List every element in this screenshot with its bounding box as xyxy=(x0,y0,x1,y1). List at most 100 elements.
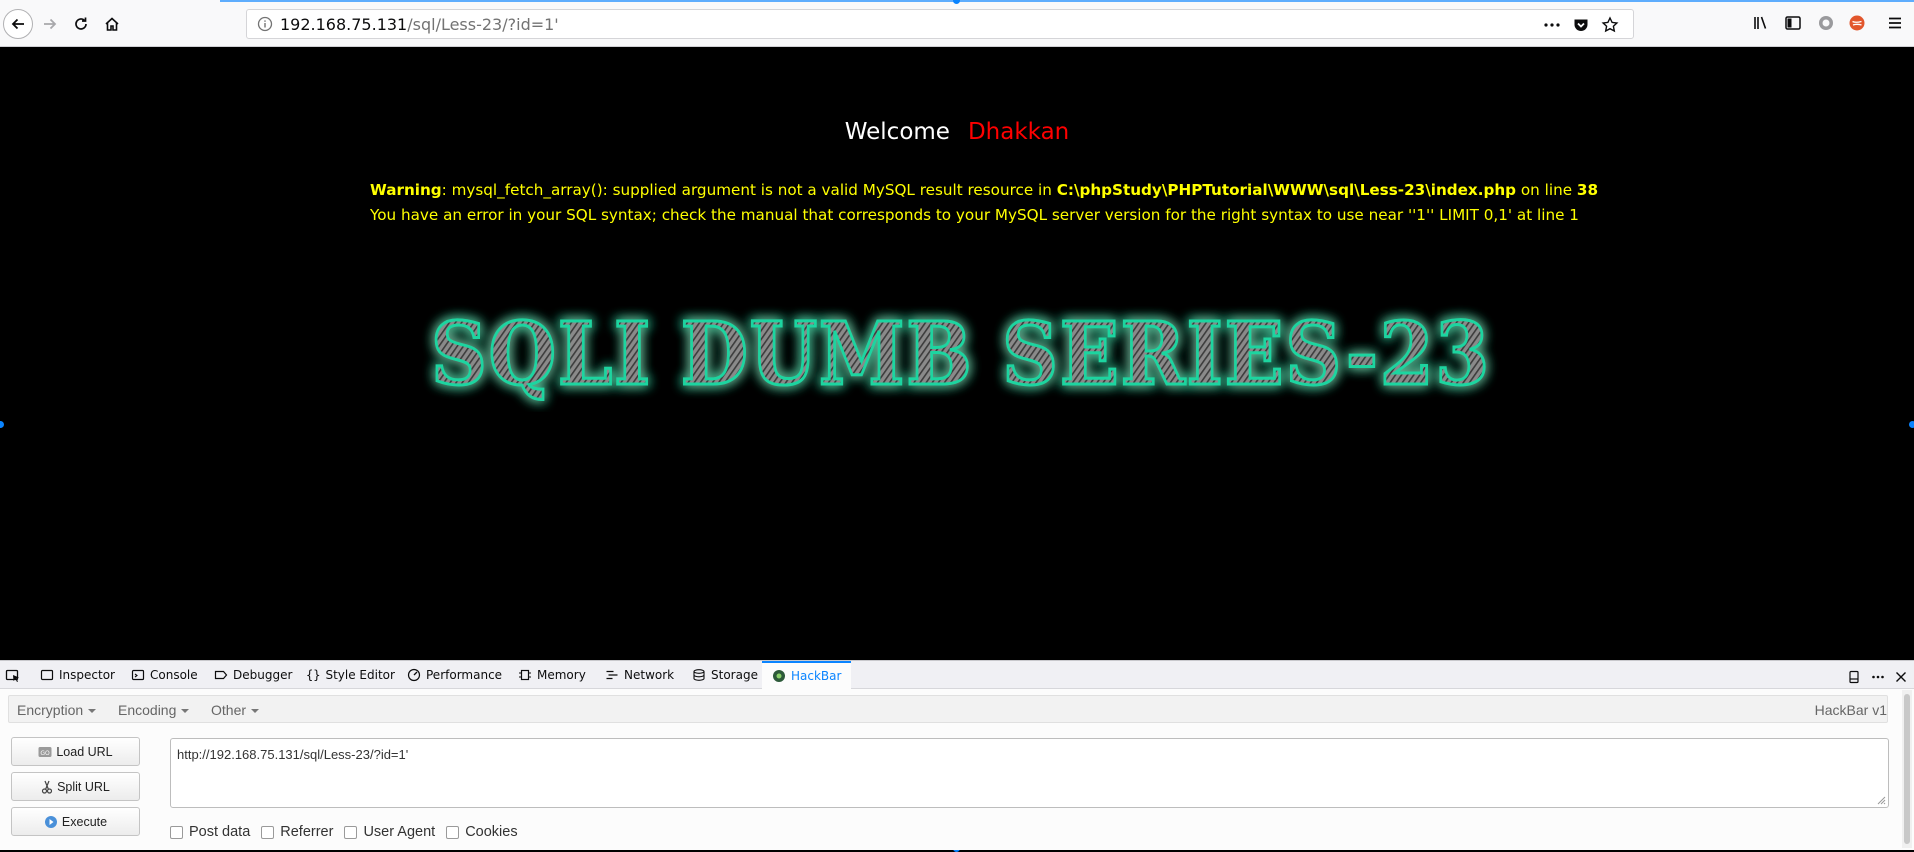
encryption-dropdown[interactable]: Encryption xyxy=(17,702,97,718)
sidebar-icon[interactable] xyxy=(1784,14,1802,36)
checkbox-box[interactable] xyxy=(344,825,358,839)
tab-console[interactable]: Console xyxy=(131,661,198,689)
pocket-icon[interactable] xyxy=(1572,16,1590,38)
tab-memory[interactable]: Memory xyxy=(518,661,586,689)
welcome-text: Welcome xyxy=(844,119,950,145)
tab-storage[interactable]: Storage xyxy=(692,661,758,689)
resize-grip-icon[interactable] xyxy=(1876,795,1886,805)
devtools-more-icon[interactable] xyxy=(1871,669,1885,688)
user-name: Dhakkan xyxy=(967,119,1070,145)
hackbar-version: HackBar v1 xyxy=(1814,702,1887,718)
load-url-button[interactable]: GO Load URL xyxy=(11,737,140,766)
tab-label: Storage xyxy=(711,668,758,682)
other-label: Other xyxy=(211,702,247,718)
reload-button[interactable] xyxy=(67,10,95,38)
checkbox-box[interactable] xyxy=(170,825,183,839)
execute-button[interactable]: Execute xyxy=(11,807,140,836)
tab-label: HackBar xyxy=(791,669,842,683)
tab-style-editor[interactable]: {} Style Editor xyxy=(306,661,395,689)
hackbar-options: Post data Referrer User Agent Cookies xyxy=(170,824,529,840)
encoding-dropdown[interactable]: Encoding xyxy=(118,702,190,718)
hackbar-url-field[interactable] xyxy=(170,738,1889,808)
execute-icon xyxy=(44,815,57,828)
error-messages: Warning: mysql_fetch_array(): supplied a… xyxy=(370,178,1598,228)
url-text[interactable]: 192.168.75.131/sql/Less-23/?id=1' xyxy=(280,15,559,34)
split-url-label: Split URL xyxy=(57,779,110,794)
tab-hackbar[interactable]: HackBar xyxy=(762,661,852,689)
url-bar[interactable]: 192.168.75.131/sql/Less-23/?id=1' xyxy=(246,9,1634,39)
banner-text: SQLI DUMB SERIES-23 xyxy=(431,304,1491,405)
bookmark-star-icon[interactable] xyxy=(1601,16,1619,38)
user-agent-checkbox[interactable]: User Agent xyxy=(344,824,435,840)
post-data-label: Post data xyxy=(189,824,251,840)
tab-debugger[interactable]: Debugger xyxy=(214,661,292,689)
tab-inspector[interactable]: Inspector xyxy=(40,661,115,689)
warning-online: on line xyxy=(1516,181,1577,199)
caret-down-icon xyxy=(88,709,97,714)
tab-label: Console xyxy=(150,668,198,682)
series-banner: SQLI DUMB SERIES-23 xyxy=(430,303,1491,407)
checkbox-box[interactable] xyxy=(446,825,460,839)
element-picker-icon[interactable] xyxy=(5,668,21,688)
devtools-tabbar: Inspector Console Debugger {} Style Edit… xyxy=(0,661,1914,689)
svg-text:GO: GO xyxy=(41,750,51,757)
info-icon[interactable] xyxy=(257,16,273,36)
tab-label: Network xyxy=(624,668,675,682)
url-path: /sql/Less-23/?id=1' xyxy=(407,15,559,34)
load-url-label: Load URL xyxy=(56,744,113,759)
tab-label: Performance xyxy=(426,668,503,682)
user-agent-label: User Agent xyxy=(363,824,436,840)
resize-handle-right[interactable] xyxy=(1909,421,1914,428)
forward-arrow-icon xyxy=(44,18,57,30)
reload-icon xyxy=(75,17,87,30)
scissors-icon xyxy=(41,780,53,794)
dock-side-icon[interactable] xyxy=(1847,669,1861,688)
other-dropdown[interactable]: Other xyxy=(211,702,260,718)
load-url-icon: GO xyxy=(38,746,52,757)
cookies-checkbox[interactable]: Cookies xyxy=(446,824,518,840)
cookies-label: Cookies xyxy=(465,824,518,840)
browser-toolbar: 192.168.75.131/sql/Less-23/?id=1' xyxy=(0,0,1914,47)
tab-label: Inspector xyxy=(59,668,115,682)
hackbar-url-textarea[interactable] xyxy=(177,747,1882,799)
hackbar-menu: Encryption Encoding Other HackBar v1 xyxy=(8,695,1888,723)
home-button[interactable] xyxy=(98,10,126,38)
split-url-button[interactable]: Split URL xyxy=(11,772,140,801)
warning-line-number: 38 xyxy=(1576,181,1599,199)
memory-icon xyxy=(519,669,531,681)
referrer-label: Referrer xyxy=(280,824,334,840)
post-data-checkbox[interactable]: Post data xyxy=(170,824,250,840)
extension-gray-icon[interactable] xyxy=(1817,14,1835,36)
checkbox-box[interactable] xyxy=(261,825,275,839)
referrer-checkbox[interactable]: Referrer xyxy=(261,824,333,840)
hamburger-menu-icon[interactable] xyxy=(1886,14,1904,36)
storage-icon xyxy=(693,669,705,681)
close-devtools-icon[interactable] xyxy=(1894,669,1908,688)
loading-indicator xyxy=(220,0,1914,2)
scrollbar-thumb[interactable] xyxy=(1904,694,1910,844)
sql-error-line: You have an error in your SQL syntax; ch… xyxy=(370,206,1579,224)
performance-icon xyxy=(407,668,421,682)
tab-network[interactable]: Network xyxy=(605,661,674,689)
page-actions-icon[interactable] xyxy=(1543,16,1561,38)
network-icon xyxy=(606,670,618,680)
hackbar-icon xyxy=(773,670,785,682)
forward-button[interactable] xyxy=(36,10,64,38)
extension-orange-icon[interactable] xyxy=(1848,14,1866,36)
warning-path: C:\phpStudy\PHPTutorial\WWW\sql\Less-23\… xyxy=(1056,181,1517,199)
encoding-label: Encoding xyxy=(118,702,177,718)
inspector-icon xyxy=(40,669,54,681)
library-icon[interactable] xyxy=(1752,14,1770,36)
tab-performance[interactable]: Performance xyxy=(407,661,502,689)
braces-icon: {} xyxy=(306,668,321,682)
caret-down-icon xyxy=(251,709,260,714)
tab-label: Debugger xyxy=(233,668,293,682)
back-button[interactable] xyxy=(3,9,33,39)
caret-down-icon xyxy=(181,709,190,714)
devtools-scrollbar[interactable] xyxy=(1902,690,1912,848)
warning-line: Warning: mysql_fetch_array(): supplied a… xyxy=(370,178,1598,203)
welcome-line: Welcome Dhakkan xyxy=(1,119,1913,145)
devtools-panel: Inspector Console Debugger {} Style Edit… xyxy=(0,660,1914,850)
back-arrow-icon xyxy=(11,18,24,30)
home-icon xyxy=(105,17,119,31)
